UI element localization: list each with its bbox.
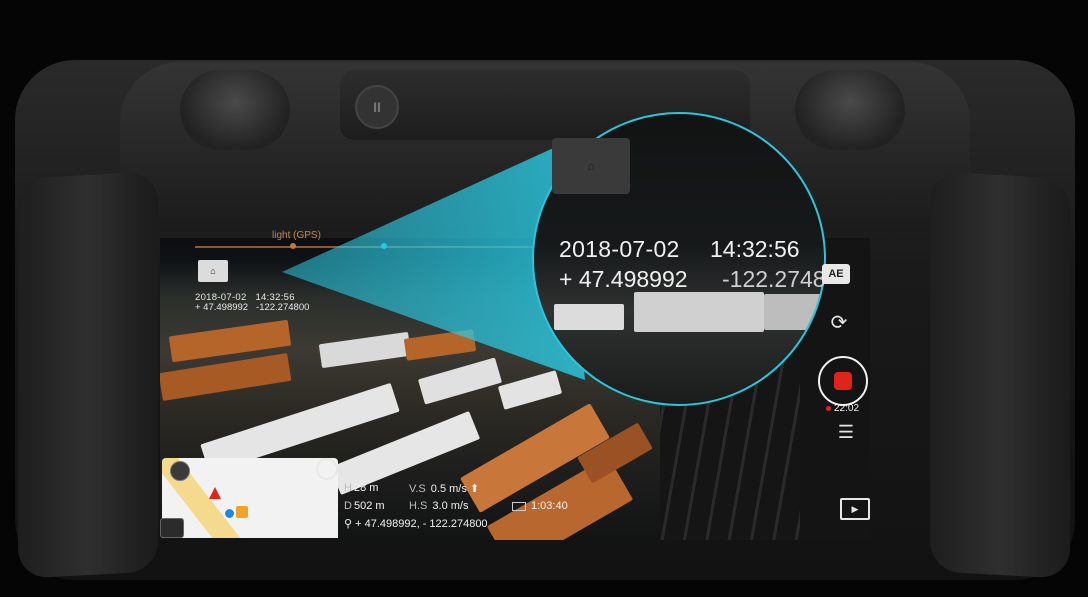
settings-sliders-icon[interactable]: ☰ <box>834 422 858 444</box>
recording-dot <box>826 405 831 411</box>
locate-icon[interactable] <box>316 458 338 480</box>
container-car <box>634 292 764 332</box>
horizontal-speed-label: H.S <box>409 500 428 512</box>
record-timer: 22:02 <box>826 403 859 414</box>
container-car <box>764 294 824 330</box>
distance-readout: D 502 m <box>344 500 385 512</box>
ae-lock-button[interactable]: AE <box>822 264 850 284</box>
container-car <box>554 304 624 330</box>
battery-icon <box>512 501 526 511</box>
horizontal-speed-value: 3.0 m/s <box>432 500 469 512</box>
battery-time: 1:03:40 <box>531 500 568 512</box>
horizontal-speed-readout: H.S 3.0 m/s <box>409 500 468 512</box>
battery-readout: 1:03:40 <box>512 500 568 512</box>
magnified-date: 2018-07-02 <box>559 236 680 262</box>
height-value: 28 m <box>353 482 379 494</box>
magnified-time: 14:32:56 <box>710 236 800 262</box>
record-stop-icon <box>834 372 852 390</box>
vertical-speed-label: V.S <box>409 483 426 495</box>
vertical-speed-readout: V.S 0.5 m/s ⬆ <box>409 482 479 495</box>
height-label: H <box>344 482 352 494</box>
coordinates-value: + 47.498992, - 122.274800 <box>355 518 488 530</box>
up-arrow-icon: ⬆ <box>469 483 480 495</box>
record-time-value: 22:02 <box>834 403 860 414</box>
distance-label: D <box>344 500 352 512</box>
map-toggle-button[interactable] <box>160 518 184 538</box>
vertical-speed-value: 0.5 m/s <box>430 483 467 495</box>
location-pin-icon: ⚲ <box>344 518 353 530</box>
compass-icon <box>170 461 190 481</box>
drone-heading-icon <box>209 487 221 499</box>
magnified-latitude: + 47.498992 <box>559 266 688 292</box>
pilot-location-icon <box>224 508 235 519</box>
record-button[interactable] <box>818 356 868 406</box>
playback-icon[interactable]: ▶ <box>840 498 870 520</box>
height-readout: H 28 m <box>344 482 378 494</box>
camera-switch-icon[interactable]: ⟳ <box>826 310 852 336</box>
home-point-marker-icon <box>236 506 248 518</box>
distance-value: 502 m <box>353 500 385 512</box>
magnified-home-icon: ⌂ <box>552 138 630 194</box>
magnified-longitude: -122.2748 <box>722 266 826 292</box>
coordinates-readout: ⚲ + 47.498992, - 122.274800 <box>344 517 488 530</box>
